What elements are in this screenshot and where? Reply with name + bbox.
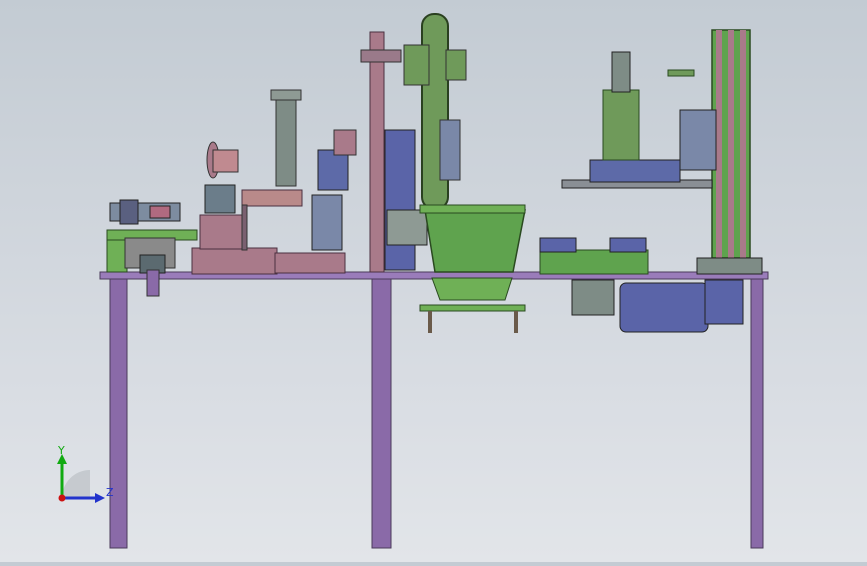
bowl-bolt (514, 311, 518, 333)
gantry-head (602, 89, 640, 161)
gray-tower-cap (270, 89, 302, 101)
blue-column-housing (384, 129, 416, 271)
gantry-rail-3 (740, 30, 746, 258)
belt-pulley-left (403, 44, 430, 86)
gantry-side-plate (679, 109, 717, 171)
bowl-rim (419, 204, 526, 214)
right-tray-block-left (539, 237, 577, 253)
pink-column (369, 31, 385, 273)
left-cylinder-clamp (119, 199, 139, 225)
center-motor (317, 149, 349, 191)
gripper-block (386, 209, 428, 246)
left-cylinder-tip (149, 205, 171, 219)
feeder-body (204, 184, 236, 214)
drive-motor (619, 282, 709, 333)
coordinate-triad: Y Z (52, 440, 122, 510)
right-tray-block-right (609, 237, 647, 253)
assembly-drawing[interactable] (0, 0, 867, 562)
vibratory-bowl (424, 209, 526, 273)
bowl-bolt (428, 311, 432, 333)
gantry-spindle (611, 51, 631, 93)
triad-icon: Y Z (57, 444, 114, 503)
pink-block (199, 214, 243, 250)
center-feed-base (274, 252, 346, 274)
gray-tower (275, 95, 297, 187)
table-leg-right (750, 277, 764, 549)
z-axis-label: Z (106, 486, 114, 499)
cad-viewport[interactable]: Y Z (0, 0, 867, 562)
pink-base (191, 247, 278, 275)
center-upper-block (333, 129, 357, 156)
left-drop-post (146, 269, 160, 297)
y-axis-label: Y (57, 444, 65, 457)
bowl-foot-plate (419, 304, 526, 312)
gantry-top-bracket (667, 69, 695, 77)
belt-side-plate (439, 119, 461, 181)
gearbox (571, 279, 615, 316)
center-clamp-block (311, 194, 343, 251)
right-green-tray (539, 249, 649, 275)
gantry-carriage (589, 159, 681, 183)
feeder-hub (212, 149, 239, 173)
gantry-base (696, 257, 763, 275)
belt-pulley-right (445, 49, 467, 81)
gantry-rail-1 (716, 30, 722, 258)
table-leg-middle (371, 277, 392, 549)
column-arm (360, 49, 402, 63)
pink-chute (241, 189, 303, 207)
chute-leg (241, 204, 248, 251)
gantry-rail-2 (728, 30, 734, 258)
bowl-base (431, 277, 513, 301)
origin-dot (58, 494, 66, 502)
motor-end-cap (704, 279, 744, 325)
